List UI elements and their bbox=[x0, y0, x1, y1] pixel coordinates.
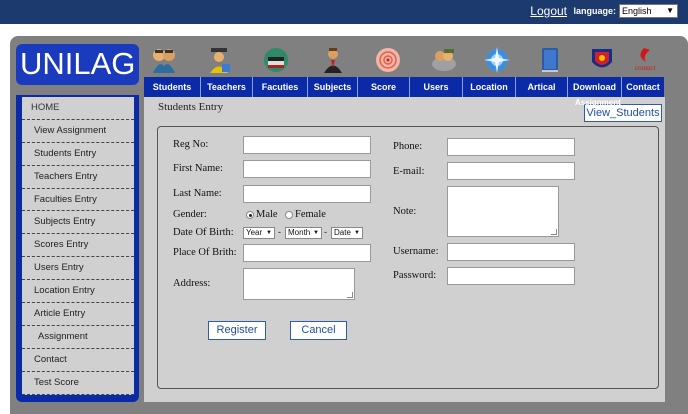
month-select-value: Month bbox=[288, 228, 311, 237]
language-select[interactable]: English ▼ bbox=[619, 4, 678, 18]
first-name-label: First Name: bbox=[173, 163, 223, 174]
year-select-value: Year bbox=[246, 228, 263, 237]
date-select-value: Date bbox=[334, 228, 351, 237]
sidebar-item-home[interactable]: HOME bbox=[22, 97, 134, 120]
nav-students[interactable]: Students bbox=[144, 77, 200, 97]
month-select[interactable]: Month ▼ bbox=[285, 227, 322, 239]
nav-users[interactable]: Users bbox=[409, 77, 462, 97]
language-select-value: English bbox=[622, 6, 652, 16]
year-select[interactable]: Year ▼ bbox=[243, 227, 275, 239]
cancel-button[interactable]: Cancel bbox=[290, 321, 347, 340]
contact-icon[interactable]: contact bbox=[632, 46, 666, 74]
dob-separator: - bbox=[324, 227, 327, 237]
sidebar-item-faculties-entry[interactable]: Faculties Entry bbox=[22, 189, 134, 212]
subjects-icon[interactable] bbox=[319, 46, 347, 74]
sidebar-item-view-assignment[interactable]: View Assignment bbox=[22, 120, 134, 143]
logout-link[interactable]: Logout bbox=[530, 4, 567, 18]
sidebar-menu: HOME View Assignment Students Entry Teac… bbox=[22, 97, 134, 395]
score-icon[interactable] bbox=[374, 46, 402, 74]
password-input[interactable] bbox=[447, 267, 575, 285]
note-textarea[interactable] bbox=[447, 186, 559, 237]
username-input[interactable] bbox=[447, 243, 575, 261]
users-icon[interactable] bbox=[430, 46, 458, 74]
sidebar-item-subjects-entry[interactable]: Subjects Entry bbox=[22, 211, 134, 235]
brand-logo[interactable]: UNILAG bbox=[16, 44, 139, 85]
sidebar-item-article-entry[interactable]: Article Entry bbox=[22, 303, 134, 326]
view-students-button[interactable]: Assignment View_Students bbox=[575, 98, 662, 122]
nav-download[interactable]: Download bbox=[567, 77, 621, 97]
reg-no-label: Reg No: bbox=[173, 139, 209, 150]
chevron-down-icon: ▼ bbox=[266, 230, 272, 236]
location-icon[interactable] bbox=[483, 46, 511, 74]
sidebar-item-contact[interactable]: Contact bbox=[22, 349, 134, 372]
page-title: Students Entry bbox=[158, 101, 224, 113]
faculties-icon[interactable] bbox=[262, 46, 290, 74]
main-content: Students Entry Assignment View_Students … bbox=[144, 97, 665, 402]
male-radio[interactable] bbox=[246, 211, 254, 219]
nav-contact[interactable]: Contact bbox=[621, 77, 664, 97]
last-name-label: Last Name: bbox=[173, 188, 222, 199]
register-button[interactable]: Register bbox=[208, 321, 266, 340]
assignment-overlay-label: Assignment bbox=[575, 98, 621, 107]
sidebar-item-location-entry[interactable]: Location Entry bbox=[22, 280, 134, 304]
sidebar-item-scores-entry[interactable]: Scores Entry bbox=[22, 234, 134, 258]
sidebar-item-students-entry[interactable]: Students Entry bbox=[22, 143, 134, 166]
contact-logo-text: contact bbox=[635, 64, 656, 72]
date-select[interactable]: Date ▼ bbox=[331, 227, 363, 239]
first-name-input[interactable] bbox=[243, 160, 371, 178]
sidebar-item-teachers-entry[interactable]: Teachers Entry bbox=[22, 166, 134, 189]
sidebar-item-users-entry[interactable]: Users Entry bbox=[22, 257, 134, 281]
top-bar: Logout language: English ▼ bbox=[0, 0, 688, 24]
phone-input[interactable] bbox=[447, 138, 575, 156]
female-radio[interactable] bbox=[285, 211, 293, 219]
female-label: Female bbox=[295, 209, 326, 220]
sidebar-item-assignment[interactable]: Assignment bbox=[22, 326, 134, 349]
teachers-icon[interactable] bbox=[205, 46, 233, 74]
articles-icon[interactable] bbox=[536, 46, 564, 74]
sidebar-item-test-score[interactable]: Test Score bbox=[22, 372, 134, 395]
phone-label: Phone: bbox=[393, 141, 423, 152]
reg-no-input[interactable] bbox=[243, 136, 371, 154]
chevron-down-icon: ▼ bbox=[354, 230, 360, 236]
language-label: language: bbox=[573, 6, 616, 16]
phone-swoosh-icon bbox=[640, 48, 650, 62]
last-name-input[interactable] bbox=[243, 185, 371, 203]
address-textarea[interactable] bbox=[243, 268, 355, 300]
chevron-down-icon: ▼ bbox=[313, 230, 319, 236]
male-label: Male bbox=[256, 209, 278, 220]
password-label: Password: bbox=[393, 270, 437, 281]
download-icon[interactable] bbox=[588, 46, 616, 74]
dob-separator: - bbox=[278, 227, 281, 237]
dob-label: Date Of Birth: bbox=[173, 227, 234, 238]
sidebar: HOME View Assignment Students Entry Teac… bbox=[16, 95, 139, 402]
nav-artical[interactable]: Artical bbox=[515, 77, 567, 97]
place-of-birth-label: Place Of Brith: bbox=[173, 247, 237, 258]
students-icon[interactable] bbox=[150, 46, 178, 74]
nav-location[interactable]: Location bbox=[462, 77, 515, 97]
nav-faculties[interactable]: Facuties bbox=[252, 77, 307, 97]
icon-bar: contact bbox=[144, 44, 664, 77]
nav-teachers[interactable]: Teachers bbox=[200, 77, 252, 97]
note-label: Note: bbox=[393, 206, 417, 217]
chevron-down-icon: ▼ bbox=[666, 6, 674, 15]
place-of-birth-input[interactable] bbox=[243, 244, 371, 262]
main-nav: Students Teachers Facuties Subjects Scor… bbox=[144, 77, 664, 97]
email-label: E-mail: bbox=[393, 166, 425, 177]
gender-label: Gender: bbox=[173, 209, 207, 220]
username-label: Username: bbox=[393, 246, 439, 257]
nav-score[interactable]: Score bbox=[357, 77, 409, 97]
student-form: Reg No: First Name: Last Name: Gender: M… bbox=[157, 126, 659, 389]
nav-subjects[interactable]: Subjects bbox=[307, 77, 357, 97]
address-label: Address: bbox=[173, 278, 211, 289]
email-input[interactable] bbox=[447, 162, 575, 180]
